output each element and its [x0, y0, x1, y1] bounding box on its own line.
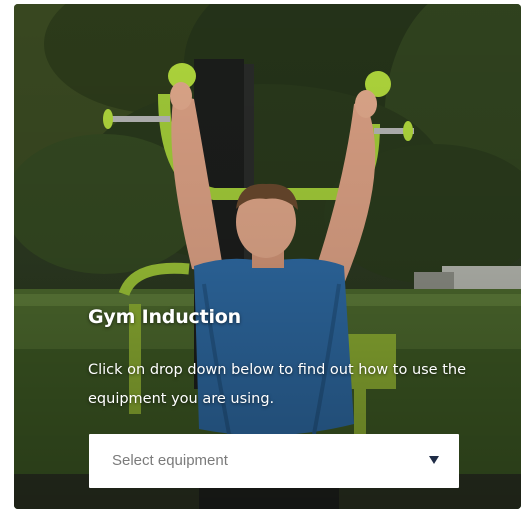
- equipment-select[interactable]: Select equipment: [89, 434, 459, 488]
- induction-description: Click on drop down below to find out how…: [88, 362, 467, 407]
- caret-down-icon[interactable]: [427, 452, 441, 466]
- induction-title: Gym Induction: [88, 306, 241, 328]
- equipment-select-placeholder: Select equipment: [112, 452, 228, 469]
- gym-induction-card: Gym Induction Click on drop down below t…: [14, 4, 521, 509]
